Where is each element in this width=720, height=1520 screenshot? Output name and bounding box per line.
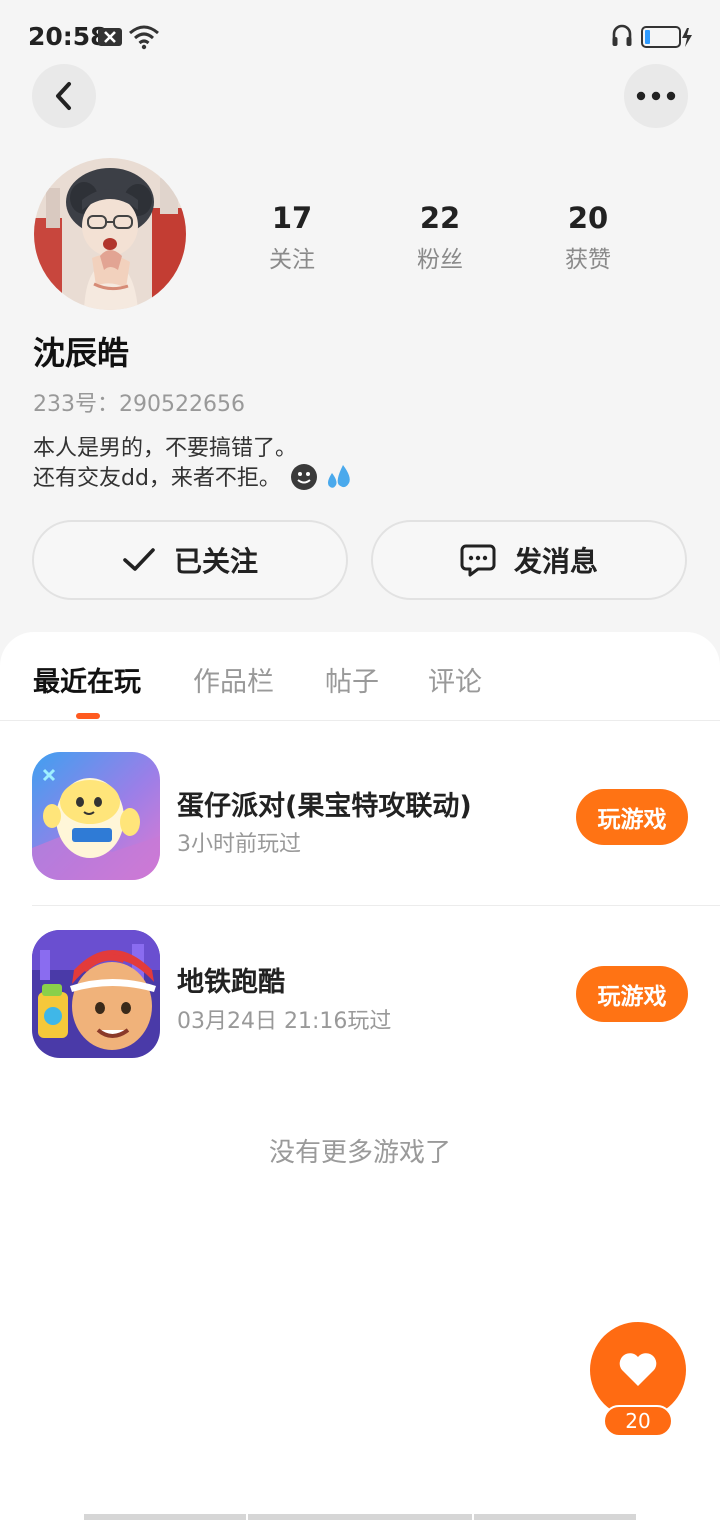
avatar[interactable] [34,158,186,310]
following-count: 17 [271,201,313,235]
likes-stat[interactable]: 20 获赞 [528,200,648,274]
following-label: 关注 [269,247,315,273]
back-arrow-icon [56,82,71,110]
nav-indicator-center [248,1514,472,1520]
game-last-played: 3小时前玩过 [177,832,301,857]
following-stat[interactable]: 17 关注 [232,200,352,274]
status-time: 20:58 [28,22,108,51]
send-message-button[interactable]: 发消息 [371,520,687,600]
game-icon-subway-surfers[interactable] [32,930,160,1058]
followers-label: 粉丝 [417,247,463,273]
more-dots-icon [636,91,676,101]
bio-line-2-text: 还有交友dd，来者不拒。 [33,466,281,491]
notification-x-icon [98,26,122,52]
user-id: 233号：290522656 [33,392,245,417]
like-count-badge: 20 [603,1405,673,1437]
send-message-label: 发消息 [513,545,598,578]
game-title[interactable]: 地铁跑酷 [177,960,285,999]
grin-emoji-icon [290,464,317,490]
tab-recently-played[interactable]: 最近在玩 [33,660,141,699]
tab-posts[interactable]: 帖子 [325,660,379,699]
likes-received-count: 20 [567,201,609,235]
bio-line-1: 本人是男的，不要搞错了。 [33,436,298,461]
bio-line-2: 还有交友dd，来者不拒。 [33,460,355,492]
active-tab-indicator [76,713,100,719]
wifi-icon [128,24,160,54]
likes-received-label: 获赞 [565,247,611,273]
status-bar: 20:58 [0,0,720,72]
followers-count: 22 [419,201,461,235]
tab-comments[interactable]: 评论 [428,660,482,699]
battery-charging-icon [641,25,695,53]
nav-indicator-left [84,1514,246,1520]
like-button[interactable] [590,1322,686,1418]
game-title[interactable]: 蛋仔派对(果宝特攻联动) [177,784,472,823]
play-game-button[interactable]: 玩游戏 [576,789,688,845]
play-game-button[interactable]: 玩游戏 [576,966,688,1022]
more-options-button[interactable] [624,64,688,128]
tab-divider [0,720,720,721]
nav-indicator-right [474,1514,636,1520]
tab-works[interactable]: 作品栏 [193,660,274,699]
followed-label: 已关注 [173,545,258,578]
no-more-games-text: 没有更多游戏了 [268,1138,451,1168]
back-button[interactable] [32,64,96,128]
game-icon-eggy-party[interactable] [32,752,160,880]
sweat-droplets-icon [327,465,350,488]
followed-button[interactable]: 已关注 [32,520,348,600]
game-last-played: 03月24日 21:16玩过 [177,1009,392,1034]
followers-stat[interactable]: 22 粉丝 [380,200,500,274]
heart-icon [619,1353,657,1386]
user-name: 沈辰皓 [33,334,130,372]
headphone-icon [611,24,633,52]
check-icon [123,548,155,571]
row-divider [32,905,720,906]
chat-bubble-icon [460,544,496,577]
